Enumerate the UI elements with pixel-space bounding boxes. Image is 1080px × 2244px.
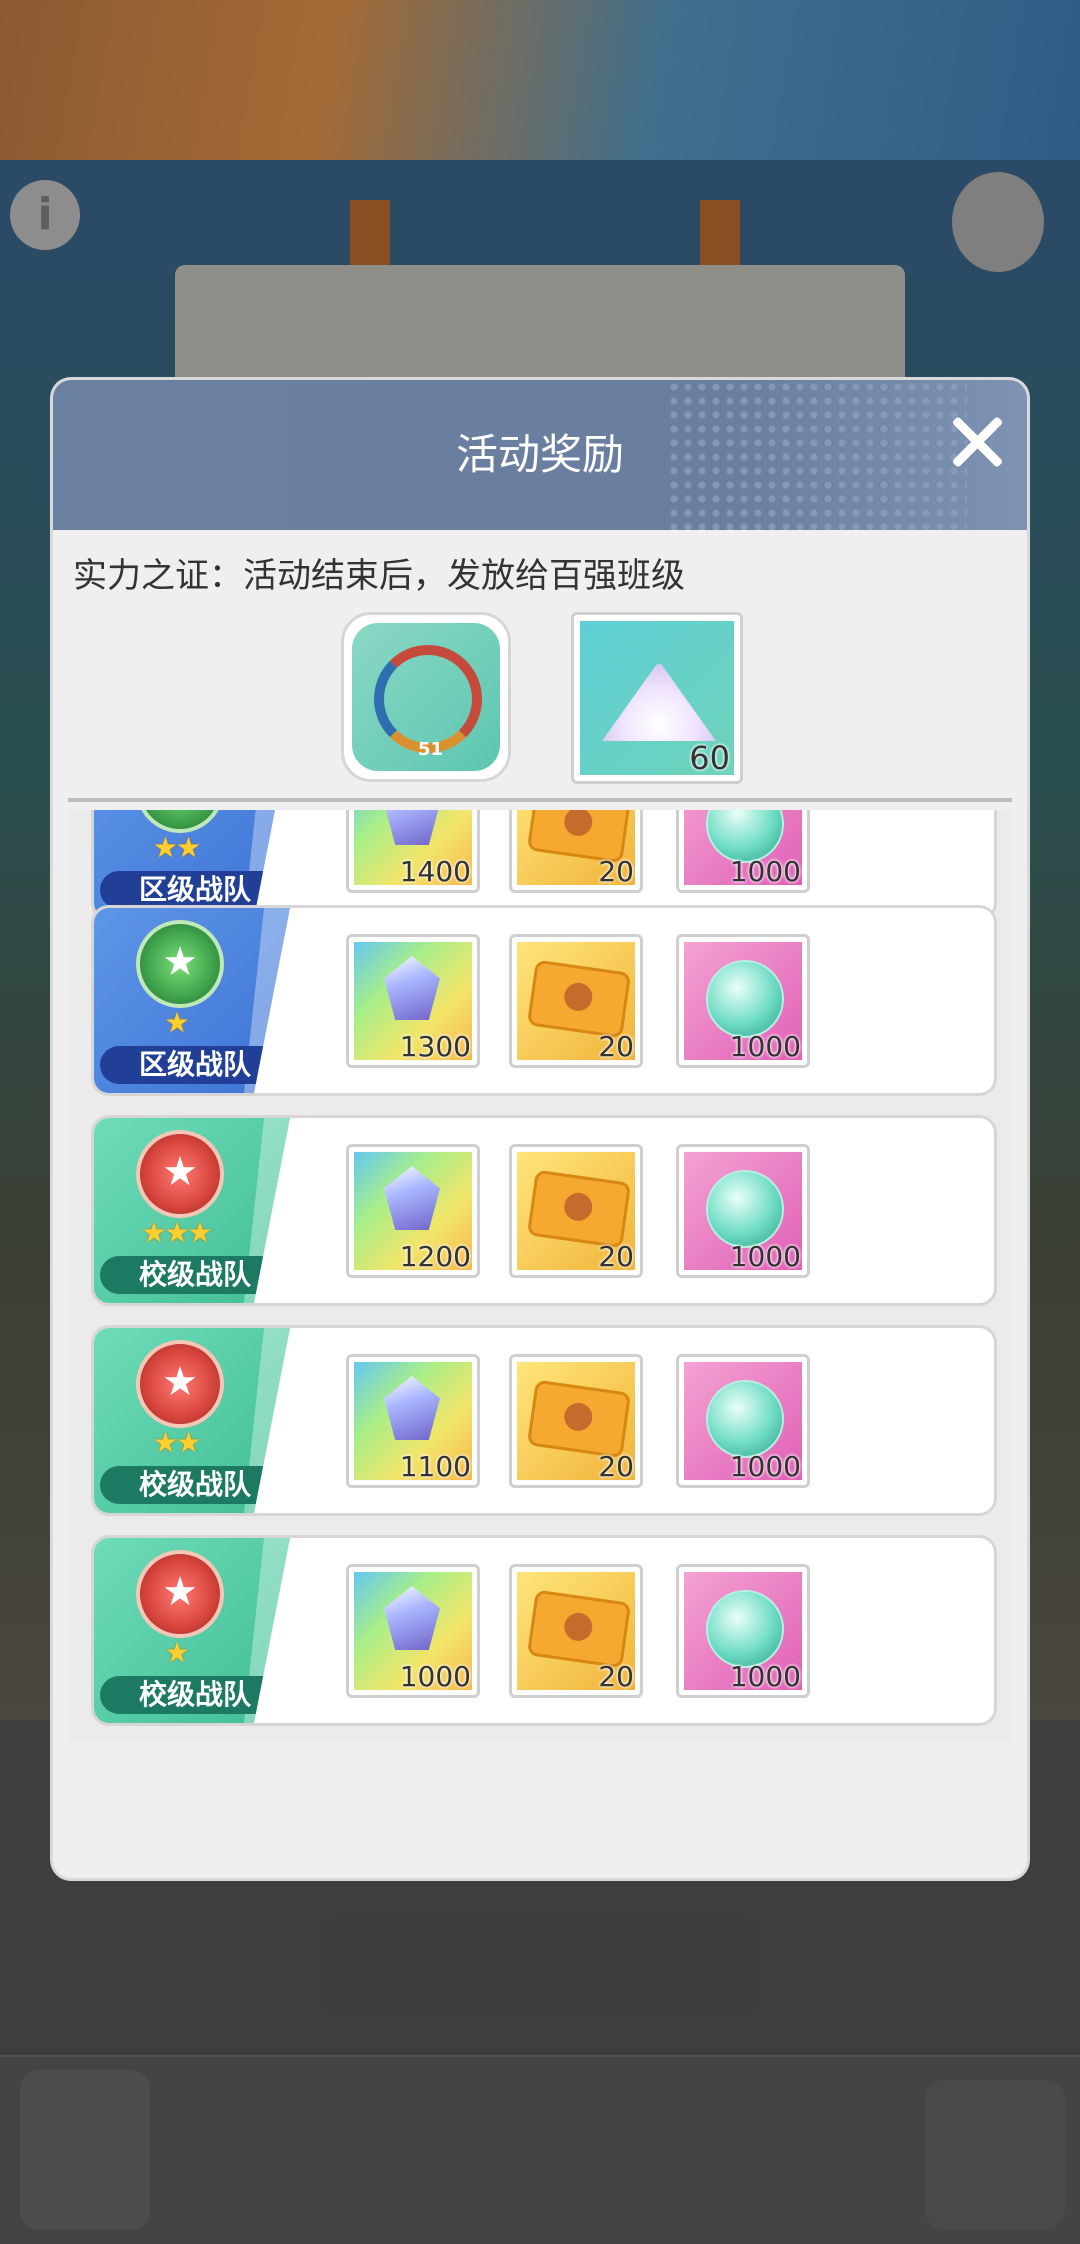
orb-reward[interactable]: 1000: [676, 1144, 810, 1278]
modal-header: 活动奖励: [53, 380, 1027, 530]
gem-reward[interactable]: 1300: [346, 934, 480, 1068]
reward-row: ★ ★★★ 校级战队 1200 20 1000: [91, 1115, 997, 1306]
gem-reward[interactable]: 1100: [346, 1354, 480, 1488]
sand-reward[interactable]: 60: [571, 612, 743, 784]
tier-banner: ★ ★★★ 校级战队: [94, 1118, 290, 1303]
ticket-reward[interactable]: 20: [509, 1144, 643, 1278]
ticket-reward[interactable]: 20: [509, 934, 643, 1068]
orb-reward[interactable]: 1000: [676, 1564, 810, 1698]
gem-quantity: 1100: [399, 1450, 471, 1483]
orb-quantity: 1000: [729, 855, 801, 888]
orb-quantity: 1000: [729, 1450, 801, 1483]
trophy-icon[interactable]: [952, 172, 1044, 272]
sand-quantity: 60: [689, 739, 730, 777]
back-icon: [20, 2070, 150, 2230]
gem-reward[interactable]: 1000: [346, 1564, 480, 1698]
avatar-frame-reward[interactable]: 51: [341, 612, 511, 782]
tier-label: 校级战队: [100, 1676, 290, 1714]
tier-stars: ★★★: [141, 1216, 212, 1249]
background-button: [320, 1915, 760, 2015]
frame-icon: 51: [352, 623, 500, 771]
reward-row: ★ ★★ 校级战队 1100 20 1000: [91, 1325, 997, 1516]
ticket-quantity: 20: [598, 855, 634, 888]
tier-banner: ★ ★ 校级战队: [94, 1538, 290, 1723]
orb-reward[interactable]: 1000: [676, 810, 810, 893]
gem-quantity: 1300: [399, 1030, 471, 1063]
tier-badge-icon: ★: [136, 920, 224, 1008]
gem-quantity: 1200: [399, 1240, 471, 1273]
ticket-quantity: 20: [598, 1030, 634, 1063]
info-icon[interactable]: i: [10, 180, 80, 250]
orb-quantity: 1000: [729, 1240, 801, 1273]
ticket-reward[interactable]: 20: [509, 810, 643, 893]
close-icon[interactable]: [945, 410, 1009, 474]
ticket-quantity: 20: [598, 1660, 634, 1693]
divider: [68, 798, 1012, 802]
gem-reward[interactable]: 1400: [346, 810, 480, 893]
ticket-quantity: 20: [598, 1450, 634, 1483]
tier-label: 校级战队: [100, 1466, 290, 1504]
tier-badge-icon: ★: [136, 810, 224, 833]
gem-quantity: 1400: [399, 855, 471, 888]
tier-label: 区级战队: [100, 871, 290, 909]
tier-banner: ★★★ 区级战队: [94, 810, 290, 918]
tier-stars: ★: [164, 1636, 189, 1669]
orb-quantity: 1000: [729, 1030, 801, 1063]
tier-stars: ★: [164, 1006, 189, 1039]
ranking-icon: [925, 2080, 1065, 2230]
tier-stars: ★★: [152, 831, 201, 864]
reward-modal: 活动奖励 实力之证：活动结束后，发放给百强班级 51 60 ★★★区级战队140…: [53, 380, 1027, 1878]
tier-badge-icon: ★: [136, 1340, 224, 1428]
gem-quantity: 1000: [399, 1660, 471, 1693]
tier-banner: ★ ★ 区级战队: [94, 908, 290, 1093]
reward-description: 实力之证：活动结束后，发放给百强班级: [73, 556, 685, 596]
tier-stars: ★★: [152, 1426, 201, 1459]
tier-badge-icon: ★: [136, 1550, 224, 1638]
ticket-reward[interactable]: 20: [509, 1564, 643, 1698]
reward-row: ★ ★ 校级战队 1000 20 1000: [91, 1535, 997, 1726]
orb-quantity: 1000: [729, 1660, 801, 1693]
tier-label: 区级战队: [100, 1046, 290, 1084]
modal-title: 活动奖励: [455, 430, 624, 479]
tier-badge-icon: ★: [136, 1130, 224, 1218]
gem-reward[interactable]: 1200: [346, 1144, 480, 1278]
frame-label: 51: [418, 739, 444, 760]
reward-row: ★ ★ 区级战队 1300 20 1000: [91, 905, 997, 1096]
tier-banner: ★ ★★ 校级战队: [94, 1328, 290, 1513]
tier-label: 校级战队: [100, 1256, 290, 1294]
bottom-bar: [0, 2055, 1080, 2244]
reward-list[interactable]: ★★★区级战队1400201000★★区级战队1300201000★★★★校级战…: [68, 810, 1012, 1740]
orb-reward[interactable]: 1000: [676, 934, 810, 1068]
orb-reward[interactable]: 1000: [676, 1354, 810, 1488]
ticket-reward[interactable]: 20: [509, 1354, 643, 1488]
ticket-quantity: 20: [598, 1240, 634, 1273]
